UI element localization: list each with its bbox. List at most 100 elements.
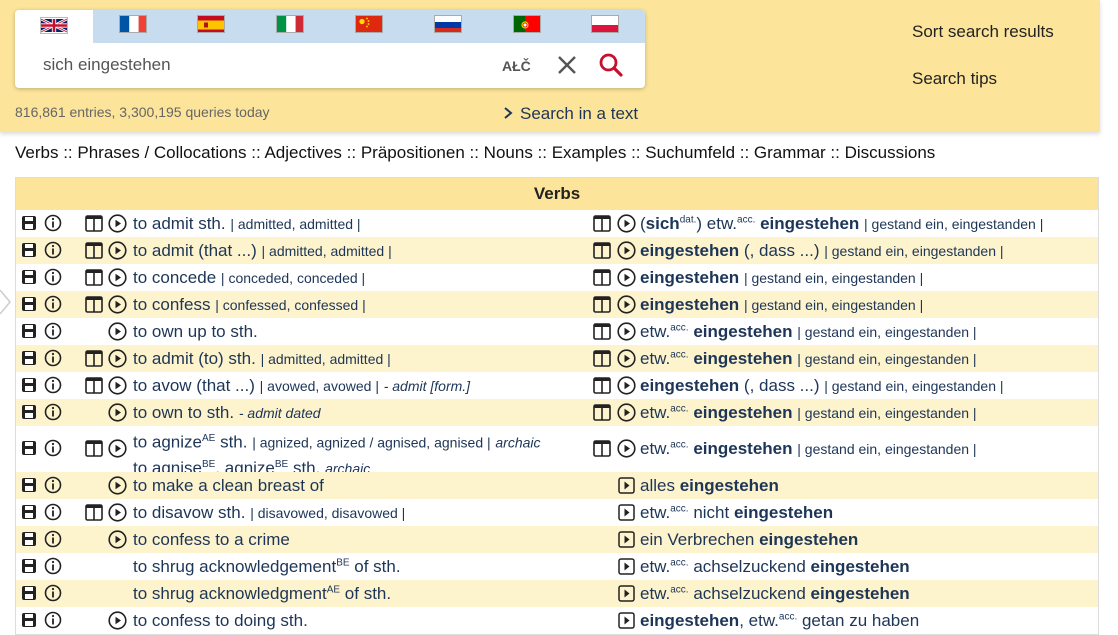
info-icon[interactable]: [44, 349, 62, 372]
info-icon[interactable]: [44, 439, 62, 462]
save-icon[interactable]: [21, 269, 37, 290]
english-term[interactable]: to shrug acknowledgementBE of sth.: [133, 557, 401, 577]
language-tab-portuguese[interactable]: [513, 15, 541, 33]
pronunciation-play-icon[interactable]: [108, 214, 127, 238]
info-icon[interactable]: [44, 557, 62, 580]
german-term[interactable]: etw.acc. eingestehen | gestand ein, eing…: [640, 439, 977, 459]
pronunciation-play-icon[interactable]: [617, 295, 636, 319]
pronunciation-play-icon[interactable]: [617, 403, 636, 427]
german-term[interactable]: etw.acc. eingestehen | gestand ein, eing…: [640, 349, 977, 369]
inflection-table-icon[interactable]: [593, 404, 611, 426]
inflection-table-icon[interactable]: [593, 323, 611, 345]
example-play-icon[interactable]: [618, 585, 635, 607]
pronunciation-play-icon[interactable]: [108, 530, 127, 554]
german-term[interactable]: eingestehen | gestand ein, eingestanden …: [640, 268, 923, 288]
inflection-table-icon[interactable]: [85, 242, 103, 264]
english-term[interactable]: to own up to sth.: [133, 322, 258, 342]
english-term[interactable]: to disavow sth. | disavowed, disavowed |: [133, 503, 405, 523]
info-icon[interactable]: [44, 214, 62, 237]
pronunciation-play-icon[interactable]: [108, 403, 127, 427]
example-play-icon[interactable]: [618, 477, 635, 499]
language-tab-english[interactable]: [15, 10, 93, 43]
inflection-table-icon[interactable]: [593, 215, 611, 237]
save-icon[interactable]: [21, 296, 37, 317]
inflection-table-icon[interactable]: [85, 504, 103, 526]
english-term[interactable]: to admit (to) sth. | admitted, admitted …: [133, 349, 391, 369]
pronunciation-play-icon[interactable]: [108, 611, 127, 635]
english-term[interactable]: to shrug acknowledgmentAE of sth.: [133, 584, 391, 604]
info-icon[interactable]: [44, 403, 62, 426]
pronunciation-play-icon[interactable]: [617, 241, 636, 265]
info-icon[interactable]: [44, 268, 62, 291]
save-icon[interactable]: [21, 558, 37, 579]
german-term[interactable]: ein Verbrechen eingestehen: [640, 530, 858, 550]
example-play-icon[interactable]: [618, 558, 635, 580]
info-icon[interactable]: [44, 476, 62, 499]
pronunciation-play-icon[interactable]: [617, 376, 636, 400]
pronunciation-play-icon[interactable]: [108, 241, 127, 265]
save-icon[interactable]: [21, 215, 37, 236]
pronunciation-play-icon[interactable]: [617, 268, 636, 292]
save-icon[interactable]: [21, 504, 37, 525]
language-tab-french[interactable]: [119, 15, 147, 33]
german-term[interactable]: etw.acc. achselzuckend eingestehen: [640, 557, 910, 577]
pronunciation-play-icon[interactable]: [617, 214, 636, 238]
side-panel-arrow-icon[interactable]: [0, 290, 12, 314]
sort-results-link[interactable]: Sort search results: [912, 22, 1054, 42]
clear-icon[interactable]: [555, 53, 579, 77]
info-icon[interactable]: [44, 503, 62, 526]
pronunciation-play-icon[interactable]: [108, 376, 127, 400]
inflection-table-icon[interactable]: [85, 215, 103, 237]
inflection-table-icon[interactable]: [85, 296, 103, 318]
pronunciation-play-icon[interactable]: [108, 268, 127, 292]
save-icon[interactable]: [21, 531, 37, 552]
pronunciation-play-icon[interactable]: [617, 349, 636, 373]
german-term[interactable]: etw.acc. eingestehen | gestand ein, eing…: [640, 322, 977, 342]
english-term[interactable]: to admit sth. | admitted, admitted |: [133, 214, 361, 234]
inflection-table-icon[interactable]: [593, 350, 611, 372]
pronunciation-play-icon[interactable]: [108, 322, 127, 346]
english-term[interactable]: to confess to doing sth.: [133, 611, 308, 631]
example-play-icon[interactable]: [618, 504, 635, 526]
english-term[interactable]: to confess to a crime: [133, 530, 290, 550]
save-icon[interactable]: [21, 377, 37, 398]
pronunciation-play-icon[interactable]: [108, 349, 127, 373]
search-tips-link[interactable]: Search tips: [912, 69, 997, 89]
inflection-table-icon[interactable]: [593, 269, 611, 291]
inflection-table-icon[interactable]: [593, 377, 611, 399]
inflection-table-icon[interactable]: [593, 296, 611, 318]
inflection-table-icon[interactable]: [85, 350, 103, 372]
language-tab-russian[interactable]: [434, 15, 462, 33]
save-icon[interactable]: [21, 323, 37, 344]
language-tab-italian[interactable]: [276, 15, 304, 33]
example-play-icon[interactable]: [618, 612, 635, 634]
inflection-table-icon[interactable]: [593, 440, 611, 462]
inflection-table-icon[interactable]: [85, 377, 103, 399]
pronunciation-play-icon[interactable]: [108, 503, 127, 527]
english-term[interactable]: to concede | conceded, conceded |: [133, 268, 365, 288]
search-in-text-link[interactable]: Search in a text: [502, 104, 638, 124]
example-play-icon[interactable]: [618, 531, 635, 553]
save-icon[interactable]: [21, 585, 37, 606]
language-tab-chinese[interactable]: [355, 15, 383, 33]
info-icon[interactable]: [44, 376, 62, 399]
german-term[interactable]: eingestehen (, dass ...) | gestand ein, …: [640, 376, 1004, 396]
inflection-table-icon[interactable]: [593, 242, 611, 264]
info-icon[interactable]: [44, 322, 62, 345]
info-icon[interactable]: [44, 584, 62, 607]
search-icon[interactable]: [598, 52, 624, 78]
category-nav[interactable]: Verbs :: Phrases / Collocations :: Adjec…: [15, 143, 935, 163]
save-icon[interactable]: [21, 404, 37, 425]
english-term[interactable]: to make a clean breast of: [133, 476, 324, 496]
language-tab-spanish[interactable]: [197, 15, 225, 33]
german-term[interactable]: eingestehen | gestand ein, eingestanden …: [640, 295, 923, 315]
german-term[interactable]: eingestehen, etw.acc. getan zu haben: [640, 611, 919, 631]
inflection-table-icon[interactable]: [85, 269, 103, 291]
german-term[interactable]: alles eingestehen: [640, 476, 779, 496]
german-term[interactable]: etw.acc. eingestehen | gestand ein, eing…: [640, 403, 977, 423]
german-term[interactable]: etw.acc. nicht eingestehen: [640, 503, 833, 523]
info-icon[interactable]: [44, 241, 62, 264]
german-term[interactable]: (sichdat.) etw.acc. eingestehen | gestan…: [640, 214, 1043, 234]
inflection-table-icon[interactable]: [85, 440, 103, 462]
search-input[interactable]: [41, 54, 445, 76]
